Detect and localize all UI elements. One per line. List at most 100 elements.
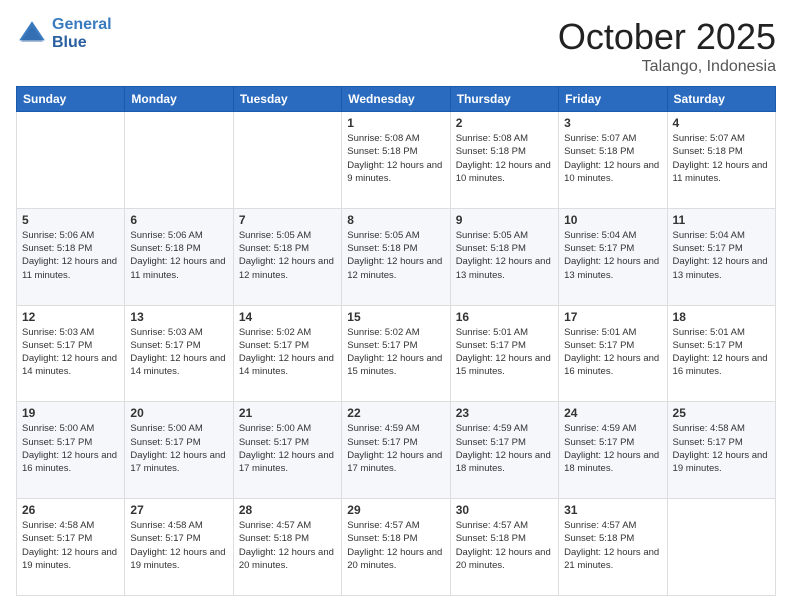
logo-icon bbox=[16, 18, 48, 50]
calendar-cell: 5Sunrise: 5:06 AMSunset: 5:18 PMDaylight… bbox=[17, 208, 125, 305]
calendar-cell: 14Sunrise: 5:02 AMSunset: 5:17 PMDayligh… bbox=[233, 305, 341, 402]
day-info: Sunrise: 4:57 AMSunset: 5:18 PMDaylight:… bbox=[456, 519, 553, 572]
day-number: 5 bbox=[22, 213, 119, 227]
header-saturday: Saturday bbox=[667, 87, 775, 112]
day-info: Sunrise: 5:08 AMSunset: 5:18 PMDaylight:… bbox=[456, 132, 553, 185]
page: General Blue October 2025 Talango, Indon… bbox=[0, 0, 792, 612]
calendar-cell: 16Sunrise: 5:01 AMSunset: 5:17 PMDayligh… bbox=[450, 305, 558, 402]
day-number: 23 bbox=[456, 406, 553, 420]
calendar-cell: 15 Sunrise: 5:02 AMSunset: 5:17 PMDayligh… bbox=[342, 305, 450, 402]
day-info: Sunrise: 5:05 AMSunset: 5:18 PMDaylight:… bbox=[239, 229, 336, 282]
day-number: 26 bbox=[22, 503, 119, 517]
day-number: 20 bbox=[130, 406, 227, 420]
day-info: Sunrise: 5:00 AMSunset: 5:17 PMDaylight:… bbox=[130, 422, 227, 475]
day-info: Sunrise: 5:01 AMSunset: 5:17 PMDaylight:… bbox=[673, 326, 770, 379]
day-info: Sunrise: 5:01 AMSunset: 5:17 PMDaylight:… bbox=[564, 326, 661, 379]
day-number: 31 bbox=[564, 503, 661, 517]
location: Talango, Indonesia bbox=[558, 58, 776, 76]
day-info: Sunrise: 5:02 AMSunset: 5:17 PMDaylight:… bbox=[347, 326, 444, 379]
calendar-cell: 10Sunrise: 5:04 AMSunset: 5:17 PMDayligh… bbox=[559, 208, 667, 305]
calendar-cell: 18 Sunrise: 5:01 AMSunset: 5:17 PMDayligh… bbox=[667, 305, 775, 402]
day-number: 11 bbox=[673, 213, 770, 227]
week-row-3: 12 Sunrise: 5:03 AMSunset: 5:17 PMDayligh… bbox=[17, 305, 776, 402]
week-row-1: 1 Sunrise: 5:08 AMSunset: 5:18 PMDaylight… bbox=[17, 112, 776, 209]
calendar: Sunday Monday Tuesday Wednesday Thursday… bbox=[16, 86, 776, 596]
header-thursday: Thursday bbox=[450, 87, 558, 112]
calendar-cell: 20 Sunrise: 5:00 AMSunset: 5:17 PMDayligh… bbox=[125, 402, 233, 499]
calendar-cell: 26 Sunrise: 4:58 AMSunset: 5:17 PMDayligh… bbox=[17, 499, 125, 596]
day-number: 22 bbox=[347, 406, 444, 420]
day-number: 24 bbox=[564, 406, 661, 420]
calendar-cell: 2 Sunrise: 5:08 AMSunset: 5:18 PMDaylight… bbox=[450, 112, 558, 209]
calendar-cell bbox=[233, 112, 341, 209]
day-info: Sunrise: 5:01 AMSunset: 5:17 PMDaylight:… bbox=[456, 326, 553, 379]
day-info: Sunrise: 5:03 AMSunset: 5:17 PMDaylight:… bbox=[130, 326, 227, 379]
logo-text: General Blue bbox=[52, 16, 112, 52]
header-sunday: Sunday bbox=[17, 87, 125, 112]
calendar-cell: 13 Sunrise: 5:03 AMSunset: 5:17 PMDayligh… bbox=[125, 305, 233, 402]
day-number: 28 bbox=[239, 503, 336, 517]
week-row-2: 5 Sunrise: 5:06 AMSunset: 5:18 PMDaylight… bbox=[17, 208, 776, 305]
day-number: 4 bbox=[673, 116, 770, 130]
day-info: Sunrise: 5:05 AMSunset: 5:18 PMDaylight:… bbox=[456, 229, 553, 282]
calendar-cell: 12 Sunrise: 5:03 AMSunset: 5:17 PMDayligh… bbox=[17, 305, 125, 402]
weekday-header-row: Sunday Monday Tuesday Wednesday Thursday… bbox=[17, 87, 776, 112]
calendar-cell: 28Sunrise: 4:57 AMSunset: 5:18 PMDayligh… bbox=[233, 499, 341, 596]
day-info: Sunrise: 4:57 AMSunset: 5:18 PMDaylight:… bbox=[347, 519, 444, 572]
calendar-cell: 19 Sunrise: 5:00 AMSunset: 5:17 PMDayligh… bbox=[17, 402, 125, 499]
header-monday: Monday bbox=[125, 87, 233, 112]
week-row-4: 19 Sunrise: 5:00 AMSunset: 5:17 PMDayligh… bbox=[17, 402, 776, 499]
header-friday: Friday bbox=[559, 87, 667, 112]
day-number: 29 bbox=[347, 503, 444, 517]
calendar-cell bbox=[667, 499, 775, 596]
day-number: 6 bbox=[130, 213, 227, 227]
day-number: 8 bbox=[347, 213, 444, 227]
day-info: Sunrise: 5:00 AMSunset: 5:17 PMDaylight:… bbox=[22, 422, 119, 475]
day-number: 27 bbox=[130, 503, 227, 517]
day-info: Sunrise: 4:58 AMSunset: 5:17 PMDaylight:… bbox=[130, 519, 227, 572]
calendar-cell bbox=[17, 112, 125, 209]
logo: General Blue bbox=[16, 16, 112, 52]
calendar-cell: 31Sunrise: 4:57 AMSunset: 5:18 PMDayligh… bbox=[559, 499, 667, 596]
calendar-cell: 21 Sunrise: 5:00 AMSunset: 5:17 PMDayligh… bbox=[233, 402, 341, 499]
day-info: Sunrise: 5:06 AMSunset: 5:18 PMDaylight:… bbox=[130, 229, 227, 282]
calendar-cell: 17 Sunrise: 5:01 AMSunset: 5:17 PMDayligh… bbox=[559, 305, 667, 402]
day-info: Sunrise: 4:58 AMSunset: 5:17 PMDaylight:… bbox=[673, 422, 770, 475]
day-info: Sunrise: 4:58 AMSunset: 5:17 PMDaylight:… bbox=[22, 519, 119, 572]
calendar-cell: 3Sunrise: 5:07 AMSunset: 5:18 PMDaylight… bbox=[559, 112, 667, 209]
day-number: 1 bbox=[347, 116, 444, 130]
day-info: Sunrise: 5:03 AMSunset: 5:17 PMDaylight:… bbox=[22, 326, 119, 379]
calendar-cell bbox=[125, 112, 233, 209]
day-info: Sunrise: 4:59 AMSunset: 5:17 PMDaylight:… bbox=[456, 422, 553, 475]
calendar-cell: 23 Sunrise: 4:59 AMSunset: 5:17 PMDayligh… bbox=[450, 402, 558, 499]
day-info: Sunrise: 4:59 AMSunset: 5:17 PMDaylight:… bbox=[347, 422, 444, 475]
day-number: 19 bbox=[22, 406, 119, 420]
week-row-5: 26 Sunrise: 4:58 AMSunset: 5:17 PMDayligh… bbox=[17, 499, 776, 596]
calendar-cell: 27 Sunrise: 4:58 AMSunset: 5:17 PMDayligh… bbox=[125, 499, 233, 596]
calendar-cell: 25Sunrise: 4:58 AMSunset: 5:17 PMDayligh… bbox=[667, 402, 775, 499]
calendar-cell: 6 Sunrise: 5:06 AMSunset: 5:18 PMDaylight… bbox=[125, 208, 233, 305]
day-number: 17 bbox=[564, 310, 661, 324]
calendar-cell: 4Sunrise: 5:07 AMSunset: 5:18 PMDaylight… bbox=[667, 112, 775, 209]
day-info: Sunrise: 4:59 AMSunset: 5:17 PMDaylight:… bbox=[564, 422, 661, 475]
day-info: Sunrise: 5:08 AMSunset: 5:18 PMDaylight:… bbox=[347, 132, 444, 185]
calendar-cell: 29 Sunrise: 4:57 AMSunset: 5:18 PMDayligh… bbox=[342, 499, 450, 596]
calendar-cell: 11 Sunrise: 5:04 AMSunset: 5:17 PMDayligh… bbox=[667, 208, 775, 305]
day-info: Sunrise: 5:05 AMSunset: 5:18 PMDaylight:… bbox=[347, 229, 444, 282]
day-number: 18 bbox=[673, 310, 770, 324]
day-number: 30 bbox=[456, 503, 553, 517]
day-info: Sunrise: 5:04 AMSunset: 5:17 PMDaylight:… bbox=[673, 229, 770, 282]
calendar-cell: 1 Sunrise: 5:08 AMSunset: 5:18 PMDaylight… bbox=[342, 112, 450, 209]
day-number: 9 bbox=[456, 213, 553, 227]
calendar-cell: 9 Sunrise: 5:05 AMSunset: 5:18 PMDaylight… bbox=[450, 208, 558, 305]
day-number: 12 bbox=[22, 310, 119, 324]
day-number: 21 bbox=[239, 406, 336, 420]
day-number: 13 bbox=[130, 310, 227, 324]
header-tuesday: Tuesday bbox=[233, 87, 341, 112]
day-info: Sunrise: 5:02 AMSunset: 5:17 PMDaylight:… bbox=[239, 326, 336, 379]
day-number: 15 bbox=[347, 310, 444, 324]
calendar-cell: 22 Sunrise: 4:59 AMSunset: 5:17 PMDayligh… bbox=[342, 402, 450, 499]
day-info: Sunrise: 5:00 AMSunset: 5:17 PMDaylight:… bbox=[239, 422, 336, 475]
day-number: 2 bbox=[456, 116, 553, 130]
day-info: Sunrise: 5:07 AMSunset: 5:18 PMDaylight:… bbox=[564, 132, 661, 185]
